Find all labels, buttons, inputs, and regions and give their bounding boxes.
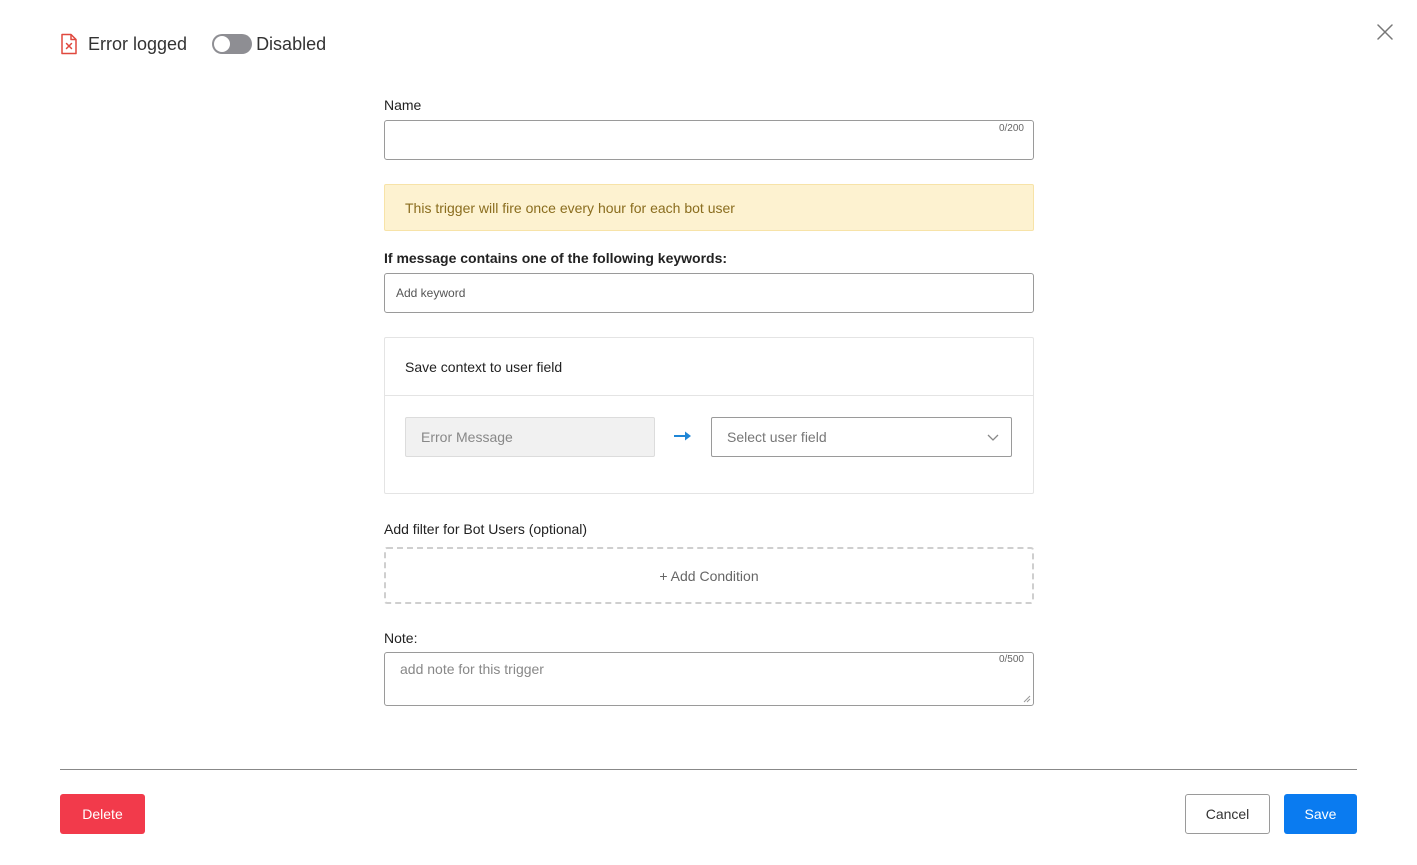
keywords-label: If message contains one of the following…	[384, 250, 728, 266]
trigger-modal: Error logged Disabled Name 0/200 This tr…	[0, 0, 1417, 865]
name-input[interactable]	[385, 121, 1033, 159]
keyword-input[interactable]	[385, 274, 1033, 312]
name-field: 0/200	[384, 120, 1034, 160]
arrow-right-icon	[674, 431, 691, 441]
close-icon	[1377, 24, 1393, 40]
keyword-field	[384, 273, 1034, 313]
note-field: 0/500	[384, 652, 1034, 706]
trigger-title: Error logged	[88, 33, 188, 54]
note-label: Note:	[384, 630, 418, 646]
user-field-select-placeholder: Select user field	[727, 429, 827, 445]
resize-grip-icon[interactable]	[1023, 695, 1031, 703]
context-mapping-row: Error Message Select user field	[385, 396, 1033, 493]
name-char-counter: 0/200	[998, 123, 1024, 134]
enable-toggle[interactable]	[212, 34, 253, 54]
note-textarea[interactable]	[385, 653, 1033, 705]
cancel-button[interactable]: Cancel	[1185, 794, 1270, 834]
filter-label: Add filter for Bot Users (optional)	[384, 521, 588, 537]
source-field: Error Message	[405, 417, 655, 457]
delete-button[interactable]: Delete	[60, 794, 145, 834]
toggle-status-label: Disabled	[256, 33, 327, 54]
user-field-select[interactable]: Select user field	[711, 417, 1012, 457]
save-button[interactable]: Save	[1284, 794, 1357, 834]
add-condition-button[interactable]: + Add Condition	[384, 547, 1034, 604]
chevron-down-icon	[987, 434, 999, 441]
close-button[interactable]	[1375, 22, 1395, 42]
context-section-title: Save context to user field	[385, 338, 1033, 396]
trigger-form: Name 0/200 This trigger will fire once e…	[384, 97, 1034, 706]
frequency-alert: This trigger will fire once every hour f…	[384, 184, 1034, 231]
name-label: Name	[384, 97, 422, 113]
modal-header: Error logged Disabled	[60, 30, 326, 58]
toggle-knob	[214, 36, 231, 52]
context-section: Save context to user field Error Message…	[384, 337, 1034, 494]
file-error-icon	[60, 33, 78, 55]
note-char-counter: 0/500	[998, 654, 1024, 665]
footer-divider	[60, 769, 1357, 770]
